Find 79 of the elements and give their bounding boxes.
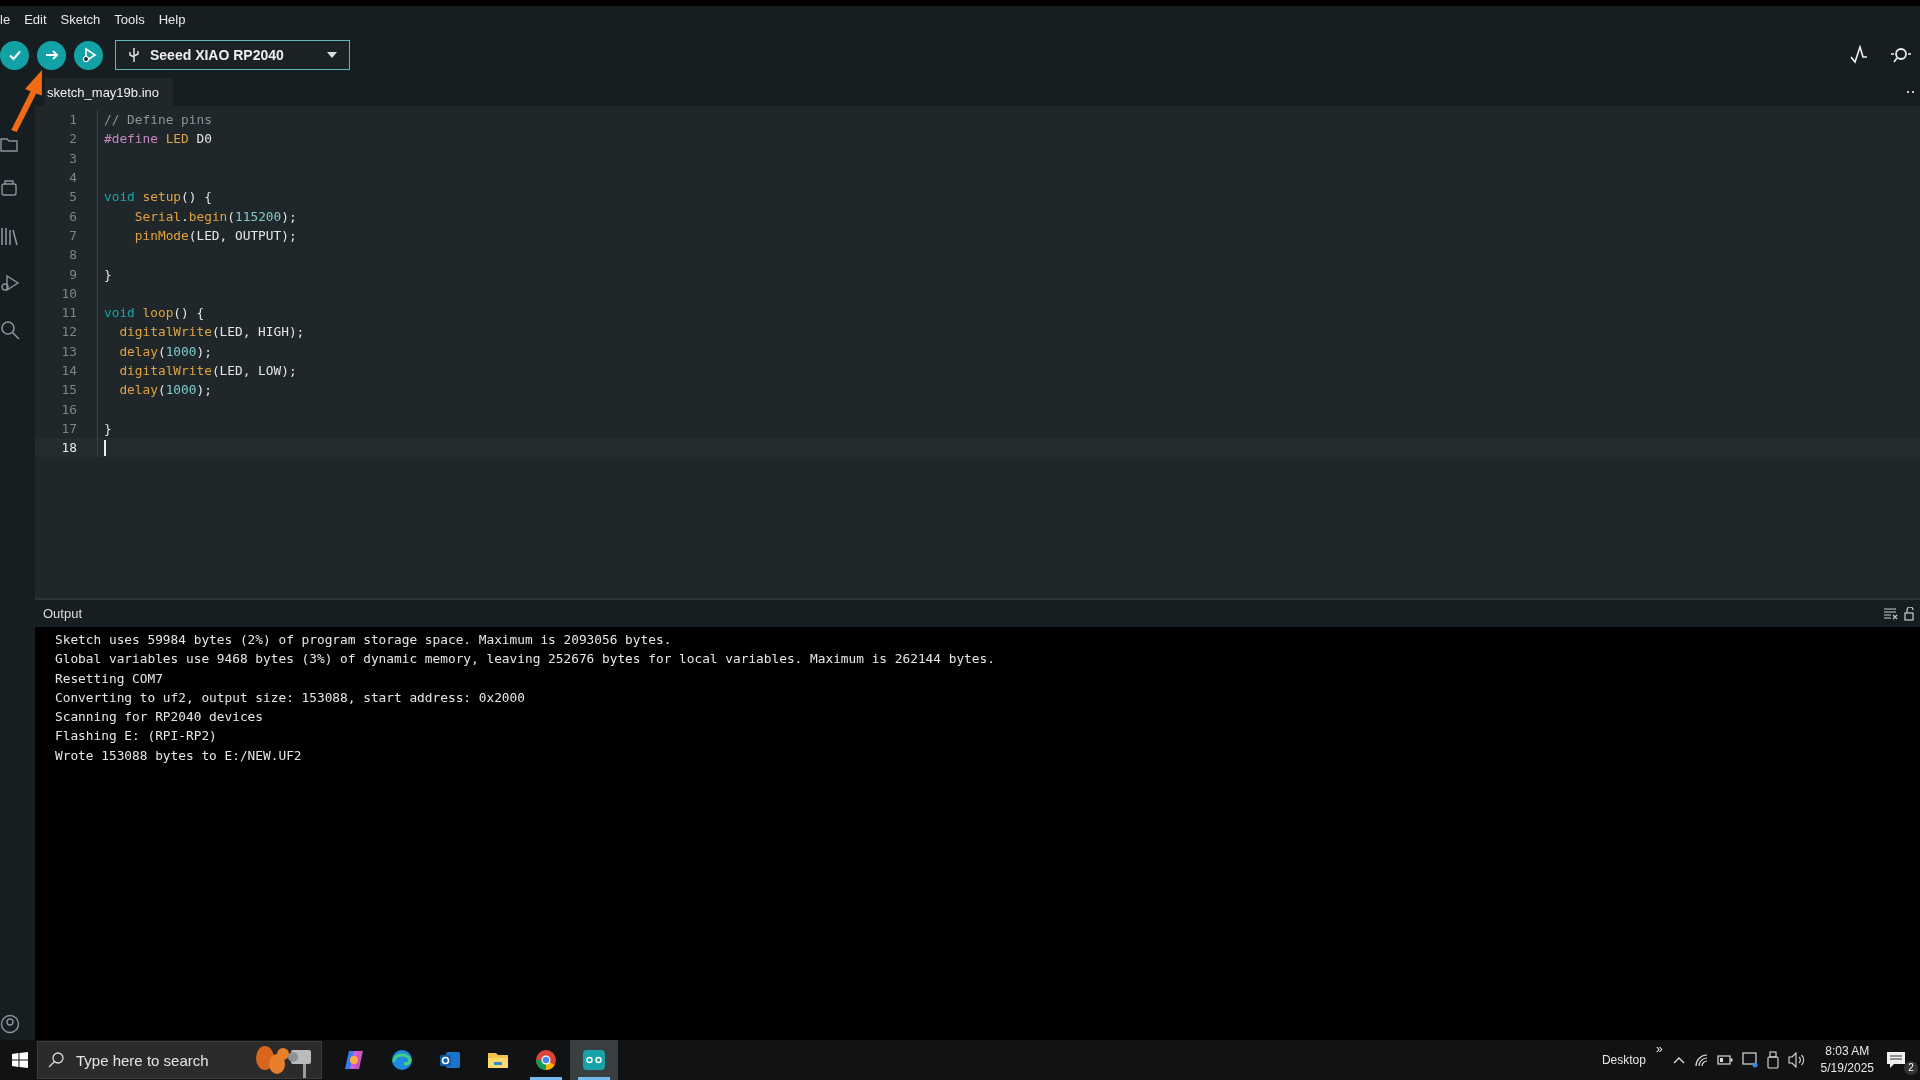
line-number: 2 [68,131,77,147]
line-number: 1 [68,112,77,128]
search-field[interactable]: Type here to search [76,1051,241,1069]
account-icon[interactable] [0,1014,20,1034]
line-number: 3 [68,150,77,166]
code-line: } [104,420,112,436]
code-line: digitalWrite(LED, HIGH); [118,324,305,340]
file-tab[interactable]: sketch_may19b.ino [45,78,173,106]
line-number: 12 [60,324,77,340]
menu-item[interactable]: Sketch [60,11,101,27]
line-number: 11 [60,305,77,321]
verify-button[interactable] [0,40,29,70]
usb-icon [128,47,140,63]
line-number: 16 [60,401,77,417]
line-number: 9 [68,266,77,282]
code-line: Serial.begin(115200); [133,208,297,224]
output-line: Resetting COM7 [55,669,164,688]
windows-start-icon[interactable] [12,1052,28,1068]
clock-time[interactable]: 8:03 AM [1825,1043,1870,1060]
line-number: 17 [60,420,77,436]
speaker-icon[interactable] [1787,1052,1806,1068]
code-line: void loop() { [104,305,205,321]
lock-icon[interactable] [1904,606,1914,621]
wifi-icon[interactable] [1693,1053,1708,1067]
library-icon[interactable] [0,226,18,246]
arduino-app-icon[interactable] [570,1040,618,1080]
code-line: void setup() { [104,189,212,205]
line-number: 8 [68,247,77,263]
search-icon [48,1052,64,1068]
code-line: // Define pins [104,112,212,128]
serial-monitor-icon[interactable] [1890,45,1912,65]
search-icon[interactable] [0,320,20,340]
battery-icon[interactable] [1716,1055,1733,1065]
line-number: 10 [60,285,77,301]
code-line: pinMode(LED, OUTPUT); [133,227,297,243]
debug-icon[interactable] [0,274,20,292]
text-cursor [104,439,106,456]
desktop-label[interactable]: Desktop [1601,1053,1646,1067]
output-line: Sketch uses 59984 bytes (2%) of program storage space. Maximum is 2093056 bytes. [55,631,673,649]
code-line: } [104,266,112,282]
display-icon[interactable] [1741,1052,1758,1068]
code-line: digitalWrite(LED, LOW); [118,363,297,378]
board-icon[interactable] [0,180,18,198]
output-title: Output [43,606,83,621]
usb-drive-icon[interactable] [1766,1051,1779,1069]
code-line: #define LED D0 [104,131,212,147]
output-line: Scanning for RP2040 devices [55,708,265,727]
upload-button[interactable] [37,40,66,70]
line-number: 7 [68,227,77,243]
menu-item[interactable]: Edit [24,11,47,27]
output-line: Converting to uf2, output size: 153088, start address: 0x2000 [55,688,526,707]
line-number: 4 [68,170,77,186]
annotation-arrow [10,68,44,134]
debug-button[interactable] [74,40,103,70]
menu-item[interactable]: Tools [114,11,145,27]
output-line: Wrote 153088 bytes to E:/NEW.UF2 [55,746,303,765]
notification-icon[interactable] [1886,1051,1906,1069]
line-number: 13 [60,343,77,359]
code-line: delay(1000); [118,382,212,398]
line-number: 5 [68,189,77,205]
code-line: delay(1000); [118,343,212,359]
serial-plotter-icon[interactable] [1850,45,1868,65]
caret-up-icon[interactable] [1672,1056,1685,1064]
notification-count: 2 [1904,1061,1918,1075]
menu-item[interactable]: le [0,11,11,27]
folder-icon[interactable] [0,138,18,152]
board-selector[interactable]: Seeed XIAO RP2040 [115,40,350,70]
line-number: 18 [60,440,77,456]
line-number: 14 [60,363,77,378]
menu-item[interactable]: Help [158,11,186,27]
line-number: 15 [60,382,77,398]
toolbar-expand-chevron[interactable]: » [1655,1042,1663,1056]
output-line: Global variables use 9468 bytes (3%) of dynamic memory, leaving 252676 bytes for local variables. Maximum is 262144 bytes. [55,650,996,669]
clear-output-icon[interactable] [1884,607,1898,620]
search-bar[interactable]: Type here to search [37,1041,322,1079]
clock-date[interactable]: 5/19/2025 [1820,1060,1874,1077]
line-number: 6 [68,208,77,224]
caret-icon [327,52,337,58]
output-line: Flashing E: (RPI-RP2) [55,727,218,746]
